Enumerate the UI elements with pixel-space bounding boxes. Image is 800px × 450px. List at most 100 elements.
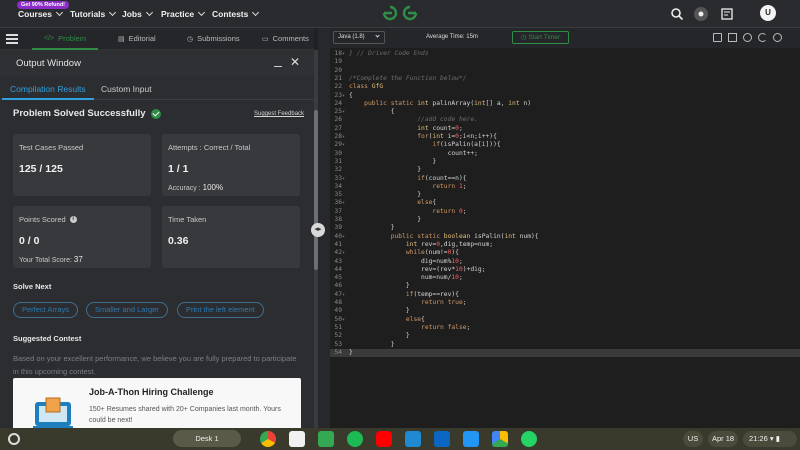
search-icon[interactable]	[670, 7, 684, 21]
code-line[interactable]: 34 return 1;	[330, 183, 800, 191]
copy-icon[interactable]	[713, 33, 722, 42]
chrome-icon[interactable]	[260, 431, 276, 447]
code-line[interactable]: 51 return false;	[330, 324, 800, 332]
fold-icon[interactable]: ▾	[342, 108, 345, 116]
code-line[interactable]: 44 rev=(rev*10)+dig;	[330, 266, 800, 274]
fold-icon[interactable]: ▾	[342, 141, 345, 149]
classroom-icon[interactable]	[318, 431, 334, 447]
files-icon[interactable]	[463, 431, 479, 447]
tab-problem[interactable]: </> Problem	[31, 34, 99, 50]
line-number: 48	[334, 299, 342, 306]
chip-smaller-and-larger[interactable]: Smaller and Larger	[86, 302, 168, 318]
start-timer-button[interactable]: ◷ Start Timer	[512, 31, 569, 44]
code-line[interactable]: 29 ▾ if(isPalin(a[i])){	[330, 141, 800, 149]
vscode-icon[interactable]	[405, 431, 421, 447]
code-line[interactable]: 18 ▾} // Driver Code Ends	[330, 50, 800, 58]
language-select[interactable]: Java (1.8)	[333, 31, 385, 44]
code-line[interactable]: 37 return 0;	[330, 208, 800, 216]
code-line[interactable]: 41 int rev=0,dig,temp=num;	[330, 241, 800, 249]
code-line[interactable]: 22 class GfG	[330, 83, 800, 91]
suggest-feedback-link[interactable]: Suggest Feedback	[254, 111, 304, 117]
linkedin-icon[interactable]	[434, 431, 450, 447]
settings-icon[interactable]	[743, 33, 752, 42]
code-line[interactable]: 24 public static int palinArray(int[] a,…	[330, 100, 800, 108]
theme-icon[interactable]	[773, 33, 782, 42]
minimize-icon[interactable]	[274, 57, 282, 67]
nav-courses[interactable]: Courses	[18, 8, 64, 19]
nav-contests[interactable]: Contests	[212, 8, 260, 19]
code-line[interactable]: 28 ▾ for(int i=0;i<n;i++){	[330, 133, 800, 141]
code-line[interactable]: 21 /*Complete the Function below*/	[330, 75, 800, 83]
desk-switcher[interactable]: Desk 1	[173, 430, 241, 447]
reset-icon[interactable]	[758, 33, 767, 42]
code-line[interactable]: 40 ▾ public static boolean isPalin(int nu…	[330, 233, 800, 241]
code-line[interactable]: 36 ▾ else{	[330, 199, 800, 207]
fullscreen-icon[interactable]	[728, 33, 737, 42]
gfg-logo-icon[interactable]	[381, 4, 419, 22]
code-line[interactable]: 46 }	[330, 282, 800, 290]
code-line[interactable]: 54}	[330, 348, 800, 358]
chip-perfect-arrays[interactable]: Perfect Arrays	[13, 302, 79, 318]
code-line[interactable]: 52 }	[330, 332, 800, 340]
tab-submissions[interactable]: ◷ Submissions	[187, 34, 240, 43]
code-line[interactable]: 39 }	[330, 224, 800, 232]
code-editor[interactable]: 18 ▾} // Driver Code Ends 19 20 21/*Complete…	[330, 48, 800, 430]
code-line[interactable]: 49 }	[330, 307, 800, 315]
nav-jobs[interactable]: Jobs	[122, 8, 153, 19]
fold-icon[interactable]: ▾	[342, 316, 345, 324]
code-line[interactable]: 27 int count=0;	[330, 125, 800, 133]
resize-handle-icon[interactable]: ◂▸	[311, 223, 325, 237]
code-line[interactable]: 43 dig=num%10;	[330, 258, 800, 266]
code-line[interactable]: 53 }	[330, 341, 800, 349]
spotify-icon[interactable]	[347, 431, 363, 447]
fold-icon[interactable]: ▾	[342, 133, 345, 141]
tab-compilation-results[interactable]: Compilation Results	[2, 84, 94, 100]
code-line[interactable]: 32 }	[330, 166, 800, 174]
fold-icon[interactable]: ▾	[342, 249, 345, 257]
chip-print-the-left-element[interactable]: Print the left element	[177, 302, 264, 318]
fold-icon[interactable]: ▾	[342, 199, 345, 207]
youtube-icon[interactable]	[376, 431, 392, 447]
fold-icon[interactable]: ▾	[342, 233, 345, 241]
line-number: 36	[334, 199, 342, 207]
code-line[interactable]: 30 count++;	[330, 150, 800, 158]
code-line[interactable]: 31 }	[330, 158, 800, 166]
code-line[interactable]: 48 return true;	[330, 299, 800, 307]
code-line[interactable]: 19	[330, 58, 800, 66]
promo-badge[interactable]: Get 90% Refund!	[17, 1, 70, 9]
fold-icon[interactable]: ▾	[342, 50, 345, 58]
gmail-icon[interactable]	[289, 431, 305, 447]
code-line[interactable]: 33 ▾ if(count==n){	[330, 175, 800, 183]
code-line[interactable]: 38 }	[330, 216, 800, 224]
nav-practice[interactable]: Practice	[161, 8, 206, 19]
code-line[interactable]: 26 //add code here.	[330, 116, 800, 124]
code-line[interactable]: 45 num=num/10;	[330, 274, 800, 282]
date[interactable]: Apr 18	[708, 431, 738, 447]
code-line[interactable]: 42 ▾ while(num!=0){	[330, 249, 800, 257]
drive-icon[interactable]	[492, 431, 508, 447]
code-line[interactable]: 35 }	[330, 191, 800, 199]
close-icon[interactable]: ✕	[290, 56, 300, 68]
fold-icon[interactable]: ▾	[342, 291, 345, 299]
fold-icon[interactable]: ▾	[342, 175, 345, 183]
tab-editorial[interactable]: ▤ Editorial	[118, 34, 156, 43]
fold-icon[interactable]: ▾	[342, 92, 345, 100]
system-tray[interactable]: 21:26 ▾ ▮	[743, 431, 797, 447]
theme-toggle-icon[interactable]	[694, 7, 708, 21]
info-icon[interactable]: i	[69, 216, 77, 223]
whatsapp-icon[interactable]	[521, 431, 537, 447]
tab-custom-input[interactable]: Custom Input	[101, 84, 152, 94]
code-line[interactable]: 47 ▾ if(temp==rev){	[330, 291, 800, 299]
code-line[interactable]: 25 ▾ {	[330, 108, 800, 116]
contest-card[interactable]: Job-A-Thon Hiring Challenge 150+ Resumes…	[13, 378, 301, 430]
notes-icon[interactable]	[720, 7, 734, 21]
launcher-icon[interactable]	[8, 433, 20, 445]
menu-icon[interactable]	[6, 34, 18, 44]
nav-tutorials[interactable]: Tutorials	[70, 8, 117, 19]
avatar[interactable]: U	[760, 5, 776, 21]
code-line[interactable]: 50 ▾ else{	[330, 316, 800, 324]
keyboard-language[interactable]: US	[683, 431, 703, 447]
code-line[interactable]: 20	[330, 67, 800, 75]
code-line[interactable]: 23 ▾ {	[330, 92, 800, 100]
tab-comments[interactable]: ▭ Comments	[262, 34, 309, 43]
